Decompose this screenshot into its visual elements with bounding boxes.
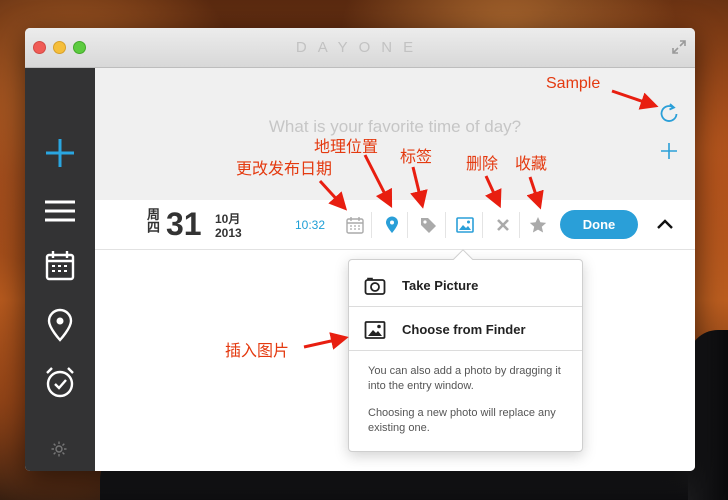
month-label: 10月 [215,212,241,226]
annotation-tags: 标签 [400,149,433,166]
toolbar-divider [519,212,520,238]
annotation-delete: 删除 [466,156,499,173]
tag-icon[interactable] [418,215,438,235]
popover-divider [349,306,582,307]
app-title: DAYONE [295,39,425,56]
entry-toolbar: 周四 31 10月 2013 10:32 Done [95,200,695,250]
day-number: 31 [166,206,202,242]
annotation-location: 地理位置 [314,139,379,156]
toolbar-divider [407,212,408,238]
gear-icon[interactable] [50,440,68,458]
star-icon[interactable] [528,215,548,235]
menu-icon[interactable] [42,193,78,229]
writing-prompt[interactable]: What is your favorite time of day? [95,117,695,137]
popover-divider [349,350,582,351]
photo-icon[interactable] [455,215,475,235]
title-bar: DAYONE [25,28,695,68]
photo-icon [364,321,386,339]
toolbar-divider [371,212,372,238]
refresh-icon[interactable] [659,101,679,123]
annotation-change-date: 更改发布日期 [236,161,333,178]
toolbar-divider [445,212,446,238]
fullscreen-icon[interactable] [671,39,687,55]
weekday-label: 周四 [147,207,161,235]
alarm-clock-icon[interactable] [42,364,78,400]
time-label[interactable]: 10:32 [295,218,325,232]
done-button[interactable]: Done [560,210,638,239]
choose-finder-label: Choose from Finder [402,322,526,337]
annotation-sample: Sample [546,75,601,92]
toolbar-divider [482,212,483,238]
calendar-icon[interactable] [42,247,78,283]
add-icon[interactable] [660,142,678,160]
take-picture-item[interactable]: Take Picture [349,264,582,308]
sidebar [25,68,95,471]
year-label: 2013 [215,226,242,240]
photo-popover: Take Picture Choose from Finder You can … [348,249,583,452]
close-icon[interactable] [493,215,513,235]
location-pin-icon[interactable] [42,307,78,343]
annotation-favorite: 收藏 [515,156,548,173]
prompt-area: What is your favorite time of day? [95,68,695,200]
location-pin-icon[interactable] [382,215,402,235]
take-picture-label: Take Picture [402,278,479,293]
plus-icon[interactable] [42,135,78,171]
calendar-icon[interactable] [345,215,365,235]
popover-help-text: You can also add a photo by dragging it … [368,365,561,392]
camera-icon [364,277,386,295]
chevron-up-icon[interactable] [655,217,675,231]
popover-help-text: Choosing a new photo will replace any ex… [368,407,556,434]
annotation-insert-photo: 插入图片 [225,343,290,360]
choose-finder-item[interactable]: Choose from Finder [349,308,582,352]
